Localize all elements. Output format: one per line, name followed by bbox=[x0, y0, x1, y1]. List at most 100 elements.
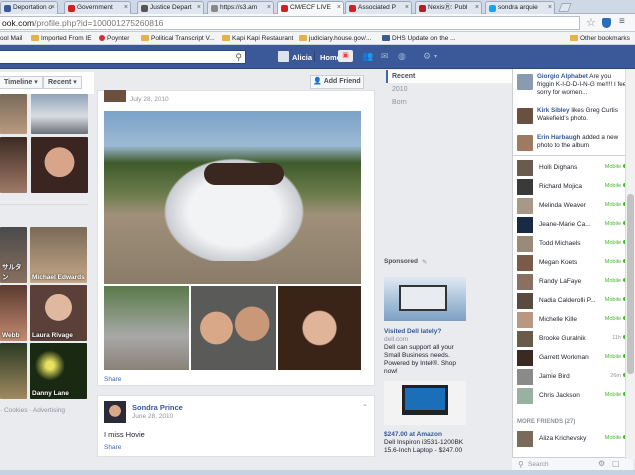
post-photo[interactable] bbox=[278, 286, 361, 370]
bookmarks-bar: ool Mail Imported From IE Poynter Politi… bbox=[0, 32, 635, 45]
chat-contact[interactable]: Randy LaFaye Mobile bbox=[517, 273, 629, 291]
bookmark-folder[interactable]: Kapi Kapi Restaurant bbox=[222, 32, 293, 45]
ticker-item[interactable]: Erin Harbaugh added a new photo to the a… bbox=[517, 134, 629, 160]
browser-tab[interactable]: https://s3.am × bbox=[207, 1, 274, 14]
photo-thumb[interactable] bbox=[31, 137, 88, 193]
chat-contact[interactable]: Nadia Calderolli P... Mobile bbox=[517, 292, 629, 310]
browser-tab[interactable]: Government × bbox=[64, 1, 131, 14]
options-icon[interactable]: ▢ bbox=[612, 459, 620, 468]
bookmark-folder[interactable]: Imported From IE bbox=[31, 32, 92, 45]
close-icon[interactable]: × bbox=[405, 2, 409, 14]
address-bar[interactable]: ook.com/profile.php?id=100001275260816 bbox=[0, 16, 580, 30]
post-photo-main[interactable] bbox=[104, 111, 361, 284]
edit-icon[interactable]: ✎ bbox=[422, 258, 427, 266]
chat-contact[interactable]: Jamie Bird 26m bbox=[517, 368, 629, 386]
post-photo[interactable] bbox=[104, 286, 189, 370]
year-item-recent[interactable]: Recent bbox=[386, 70, 512, 83]
avatar[interactable] bbox=[104, 90, 126, 102]
ad-title[interactable]: Visited Dell lately? bbox=[384, 328, 441, 335]
friend-photo[interactable]: Laura Rivage bbox=[30, 285, 87, 341]
browser-tab[interactable]: Justice Depart × bbox=[137, 1, 204, 14]
friend-photo[interactable]: Michael Edwards bbox=[30, 227, 87, 283]
notification-badge[interactable]: ▣ bbox=[338, 50, 353, 62]
browser-tab-active[interactable]: CM/ECF LIVE × bbox=[277, 1, 344, 14]
ticker-item[interactable]: Kirk Sibley likes Greg Curtis Wakefield'… bbox=[517, 107, 629, 133]
chat-contact[interactable]: Chris Jackson Mobile bbox=[517, 387, 629, 405]
avatar[interactable] bbox=[278, 51, 289, 62]
photo-thumb[interactable] bbox=[31, 94, 88, 134]
post-date[interactable]: June 28, 2010 bbox=[132, 413, 173, 420]
settings-icon[interactable]: ⚙ bbox=[423, 51, 431, 62]
avatar[interactable] bbox=[104, 401, 126, 423]
menu-icon[interactable]: ≡ bbox=[619, 16, 625, 27]
photo-thumb[interactable] bbox=[0, 94, 27, 134]
friend-photo[interactable]: Webb bbox=[0, 285, 27, 341]
chevron-down-icon[interactable]: ▾ bbox=[434, 53, 437, 60]
chat-contact[interactable]: Garrett Workman Mobile bbox=[517, 349, 629, 367]
bookmark-item[interactable]: DHS Update on the ... bbox=[382, 32, 456, 45]
year-item-2010[interactable]: 2010 bbox=[392, 86, 408, 93]
timeline-dropdown[interactable]: Timeline ▾ bbox=[0, 76, 43, 89]
close-icon[interactable]: × bbox=[337, 2, 341, 14]
scrollbar-thumb[interactable] bbox=[627, 194, 634, 374]
chat-contact[interactable]: Melinda Weaver Mobile bbox=[517, 197, 629, 215]
year-item-born[interactable]: Born bbox=[392, 99, 407, 106]
star-icon[interactable]: ☆ bbox=[586, 16, 596, 29]
ad-image[interactable] bbox=[384, 277, 466, 321]
ad-image[interactable] bbox=[384, 381, 466, 425]
chevron-down-icon[interactable]: ⌄ bbox=[362, 400, 368, 408]
friend-requests-icon[interactable]: 👥 bbox=[362, 51, 373, 62]
post-photo[interactable] bbox=[191, 286, 276, 370]
browser-tab[interactable]: Deportation o × bbox=[0, 1, 58, 14]
bookmark-item[interactable]: Poynter bbox=[99, 32, 129, 45]
avatar bbox=[517, 293, 533, 309]
footer-links[interactable]: · Cookies · Advertising bbox=[0, 407, 95, 414]
chat-contact[interactable]: Brooke Guralnik 11h bbox=[517, 330, 629, 348]
search-input[interactable]: ⚲ bbox=[0, 50, 246, 64]
browser-tab[interactable]: NexisⓇ: Publ × bbox=[415, 1, 482, 14]
share-link[interactable]: Share bbox=[104, 444, 121, 451]
browser-tab[interactable]: Associated P × bbox=[345, 1, 412, 14]
scrollbar[interactable] bbox=[625, 69, 635, 459]
ad-title[interactable]: $247.00 at Amazon bbox=[384, 431, 442, 438]
close-icon[interactable]: × bbox=[51, 2, 55, 14]
close-icon[interactable]: × bbox=[267, 2, 271, 14]
chat-contact[interactable]: Todd Michaels Mobile bbox=[517, 235, 629, 253]
close-icon[interactable]: × bbox=[475, 2, 479, 14]
share-link[interactable]: Share bbox=[104, 376, 121, 383]
friend-photo[interactable]: Danny Lane bbox=[30, 343, 87, 399]
bookmark-folder[interactable]: Political Transcript V... bbox=[141, 32, 215, 45]
chat-search-bar[interactable]: ⚲ Search ⚙ ▢ bbox=[512, 457, 633, 471]
chat-contact[interactable]: Megan Koets Mobile bbox=[517, 254, 629, 272]
timeline-post: July 28, 2010 Share bbox=[97, 90, 375, 386]
friend-photo[interactable]: サルタン bbox=[0, 227, 27, 283]
messages-icon[interactable]: ✉ bbox=[381, 51, 389, 62]
post-date[interactable]: July 28, 2010 bbox=[130, 96, 169, 103]
gear-icon[interactable]: ⚙ bbox=[598, 459, 605, 468]
add-friend-button[interactable]: 👤 Add Friend bbox=[310, 75, 364, 89]
browser-tab[interactable]: sondra arquie × bbox=[485, 1, 555, 14]
notifications-globe-icon[interactable]: ◍ bbox=[398, 51, 406, 62]
close-icon[interactable]: × bbox=[548, 2, 552, 14]
bookmark-folder[interactable]: judiciary.house.gov/... bbox=[299, 32, 371, 45]
post-author[interactable]: Sondra Prince bbox=[132, 403, 183, 412]
extension-shield-icon[interactable] bbox=[602, 18, 611, 28]
chat-contact[interactable]: Richard Mojica Mobile bbox=[517, 178, 629, 196]
profile-link[interactable]: Alicia bbox=[292, 53, 312, 62]
tab-favicon-icon bbox=[281, 5, 288, 12]
recent-dropdown[interactable]: Recent ▾ bbox=[43, 76, 82, 89]
new-tab-button[interactable] bbox=[558, 3, 572, 12]
chat-contact[interactable]: Michelle Kille Mobile bbox=[517, 311, 629, 329]
bookmark-folder[interactable]: Other bookmarks bbox=[570, 32, 630, 45]
ticker-and-chat: Giorgio Alphabet Are you friggin K-I-D-D… bbox=[512, 69, 633, 459]
friend-photo[interactable] bbox=[0, 343, 27, 399]
chat-contact[interactable]: Aliza Krichevsky Mobile bbox=[517, 430, 629, 448]
photo-thumb[interactable] bbox=[0, 137, 27, 193]
search-icon[interactable]: ⚲ bbox=[235, 51, 242, 63]
close-icon[interactable]: × bbox=[124, 2, 128, 14]
chat-contact[interactable]: Jeane-Marie Ca... Mobile bbox=[517, 216, 629, 234]
ticker-item[interactable]: Giorgio Alphabet Are you friggin K-I-D-D… bbox=[517, 73, 629, 107]
close-icon[interactable]: × bbox=[197, 2, 201, 14]
chat-contact[interactable]: Holli Dighans Mobile bbox=[517, 159, 629, 177]
bookmark-item[interactable]: ool Mail bbox=[0, 32, 22, 45]
